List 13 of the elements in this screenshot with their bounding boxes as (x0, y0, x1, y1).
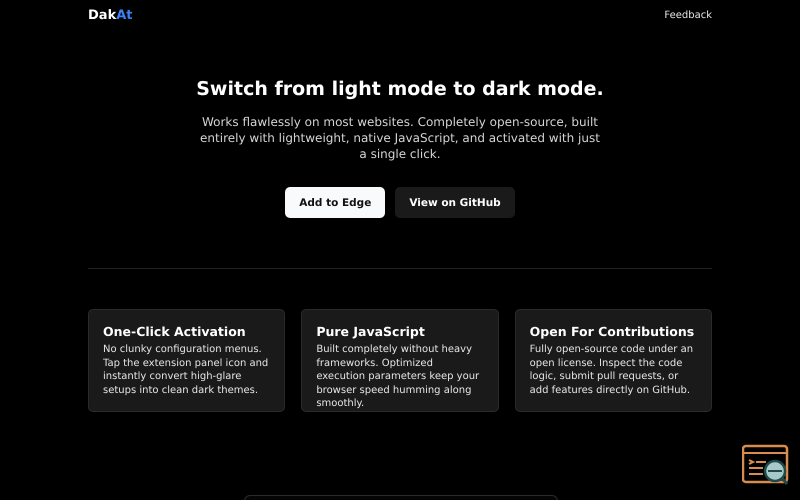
feature-text: Fully open-source code under an open license. Inspect the code logic, submit pull requests, or add features directly on GitHub. (530, 343, 694, 397)
feedback-link[interactable]: Feedback (664, 10, 712, 20)
feature-title: Pure JavaScript (316, 324, 426, 339)
feature-title: One-Click Activation (103, 324, 247, 339)
feature-text: Built completely without heavy frameworks. Optimized execution parameters keep your browser speed humming along smoothly. (316, 343, 480, 410)
feature-text: No clunky configuration menus. Tap the extension panel icon and instantly convert high-glare setups into clean dark themes. (103, 343, 270, 397)
window-magnifier-icon[interactable] (742, 444, 790, 488)
feature-title: Open For Contributions (530, 324, 696, 339)
hero-title: Switch from light mode to dark mode. (196, 78, 604, 100)
add-to-edge-button[interactable]: Add to Edge (285, 187, 386, 218)
github-button[interactable]: View on GitHub (395, 187, 515, 218)
hero-description: Works flawlessly on most websites. Completely open-source, built entirely with lightweight, native JavaScript, and activated with just a single click. (199, 114, 601, 162)
logo[interactable]: DakAt (88, 8, 132, 22)
